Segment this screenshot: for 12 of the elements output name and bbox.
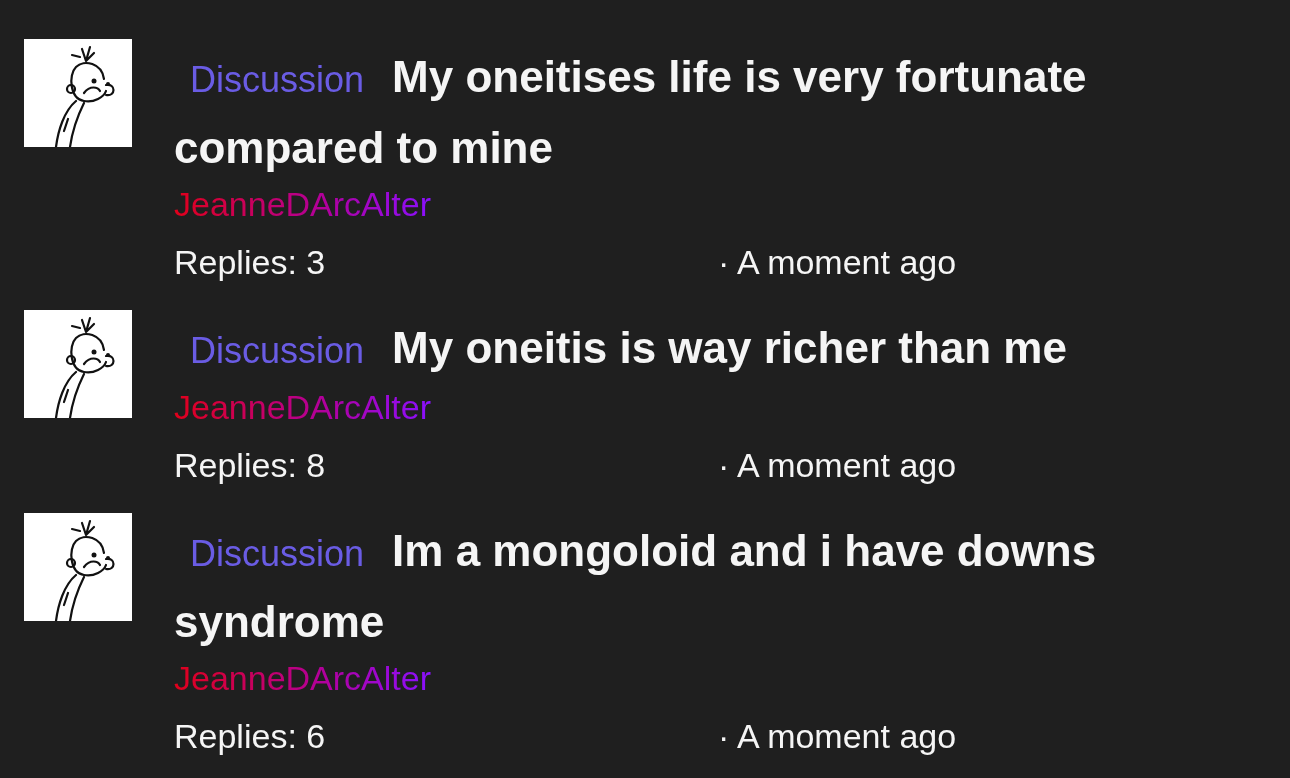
reply-count: Replies: 6 (174, 716, 327, 757)
category-tag[interactable]: Discussion (174, 533, 365, 574)
category-tag[interactable]: Discussion (174, 59, 365, 100)
category-tag[interactable]: Discussion (174, 330, 365, 371)
post-time: · A moment ago (718, 242, 957, 283)
post-time: · A moment ago (718, 445, 957, 486)
reply-count: Replies: 8 (174, 445, 327, 486)
thread-title[interactable]: Discussion My oneitis is way richer than me (174, 314, 1184, 385)
post-time: · A moment ago (718, 716, 957, 757)
thread-title[interactable]: Discussion My oneitises life is very fortunate compared to mine (174, 43, 1184, 182)
reply-count: Replies: 3 (174, 242, 327, 283)
thread-title[interactable]: Discussion Im a mongoloid and i have downs syndrome (174, 517, 1184, 656)
